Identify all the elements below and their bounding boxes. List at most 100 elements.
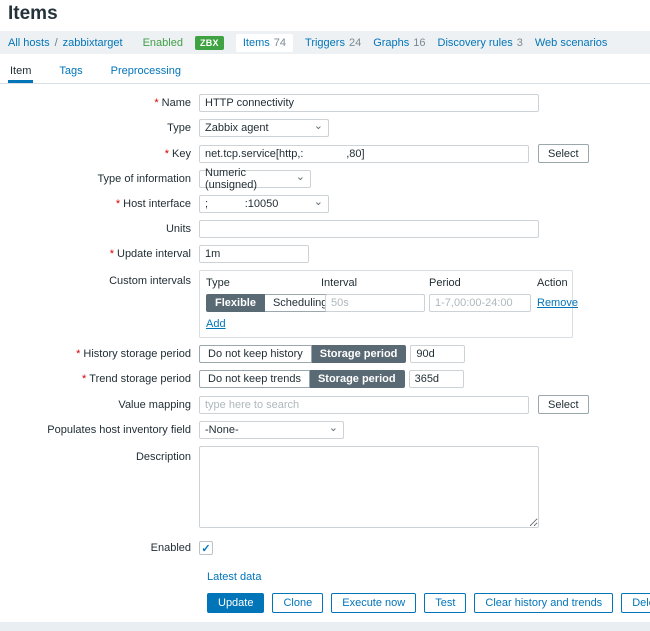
key-row: *Key Select [0,144,650,163]
name-label: *Name [0,94,199,112]
ci-remove-link[interactable]: Remove [537,297,578,309]
units-input[interactable] [199,220,539,238]
trend-storage-row: *Trend storage period Do not keep trends… [0,370,650,388]
type-of-information-value: Numeric (unsigned) [205,167,290,191]
breadcrumb-separator: / [55,37,58,49]
test-button[interactable]: Test [424,593,466,613]
type-select-value: Zabbix agent [205,122,269,134]
inventory-label: Populates host inventory field [0,421,199,439]
breadcrumb: All hosts / zabbixtarget [8,37,123,49]
update-interval-input[interactable] [199,245,309,263]
host-status-enabled: Enabled [143,37,183,49]
chevron-down-icon: ⌄ [314,197,323,207]
history-do-not-keep-option[interactable]: Do not keep history [199,345,312,363]
description-label: Description [0,446,199,466]
page-title: Items [0,0,650,31]
latest-data-row: Latest data [207,571,650,583]
enabled-row: Enabled ✓ [0,539,650,557]
required-asterisk: * [82,373,86,385]
host-breadcrumb-bar: All hosts / zabbixtarget Enabled ZBX Ite… [0,31,650,54]
enabled-checkbox[interactable]: ✓ [199,541,213,555]
history-period-input[interactable] [410,345,465,363]
zbx-agent-badge: ZBX [195,36,224,50]
nav-discovery-rules-label[interactable]: Discovery rules [438,37,513,49]
update-interval-row: *Update interval [0,245,650,263]
host-interface-select[interactable]: ; :10050 ⌄ [199,195,329,213]
trend-do-not-keep-option[interactable]: Do not keep trends [199,370,310,388]
custom-intervals-box: Type Interval Period Action Flexible Sch… [199,270,573,338]
type-of-information-label: Type of information [0,170,199,188]
ci-type-segmented: Flexible Scheduling [206,294,321,312]
nav-graphs-label[interactable]: Graphs [373,37,409,49]
required-asterisk: * [116,198,120,210]
latest-data-link[interactable]: Latest data [207,571,261,583]
ci-period-input[interactable] [429,294,531,312]
host-interface-value: ; :10050 [205,198,278,210]
nav-web-scenarios[interactable]: Web scenarios [535,37,608,49]
host-interface-label: *Host interface [0,195,199,213]
nav-items[interactable]: Items 74 [236,34,293,52]
inventory-select[interactable]: -None- ⌄ [199,421,344,439]
clear-history-button[interactable]: Clear history and trends [474,593,613,613]
key-select-button[interactable]: Select [538,144,589,163]
clone-button[interactable]: Clone [272,593,323,613]
value-mapping-label: Value mapping [0,396,199,414]
chevron-down-icon: ⌄ [329,423,338,433]
inventory-select-value: -None- [205,424,239,436]
units-label: Units [0,220,199,238]
enabled-label: Enabled [0,539,199,557]
ci-add-link[interactable]: Add [206,318,226,330]
value-mapping-select-button[interactable]: Select [538,395,589,414]
ci-header-interval: Interval [321,277,429,289]
name-input[interactable] [199,94,539,112]
tab-tags[interactable]: Tags [57,57,84,83]
chevron-down-icon: ⌄ [314,121,323,131]
nav-triggers[interactable]: Triggers 24 [305,37,361,49]
footer-strip [0,622,650,631]
nav-graphs-count: 16 [413,37,425,49]
type-select[interactable]: Zabbix agent ⌄ [199,119,329,137]
key-input[interactable] [199,145,529,163]
trend-period-input[interactable] [409,370,464,388]
history-storage-period-option[interactable]: Storage period [312,345,407,363]
item-form: *Name Type Zabbix agent ⌄ *Key Select Ty… [0,84,650,631]
nav-items-label[interactable]: Items [243,37,270,49]
form-footer-buttons: Update Clone Execute now Test Clear hist… [207,593,650,613]
nav-graphs[interactable]: Graphs 16 [373,37,425,49]
value-mapping-input[interactable] [199,396,529,414]
type-row: Type Zabbix agent ⌄ [0,119,650,137]
tab-item[interactable]: Item [8,57,33,83]
units-row: Units [0,220,650,238]
nav-triggers-label[interactable]: Triggers [305,37,345,49]
chevron-down-icon: ⌄ [296,172,305,182]
nav-discovery-rules[interactable]: Discovery rules 3 [438,37,523,49]
key-label: *Key [0,145,199,163]
history-segmented: Do not keep history Storage period [199,345,406,363]
trend-segmented: Do not keep trends Storage period [199,370,405,388]
update-button[interactable]: Update [207,593,264,613]
execute-now-button[interactable]: Execute now [331,593,416,613]
nav-web-scenarios-label[interactable]: Web scenarios [535,37,608,49]
trend-storage-label: *Trend storage period [0,370,199,388]
delete-button[interactable]: Delete [621,593,650,613]
required-asterisk: * [165,148,169,160]
description-textarea[interactable] [199,446,539,528]
check-icon: ✓ [201,542,210,555]
type-of-information-select[interactable]: Numeric (unsigned) ⌄ [199,170,311,188]
tab-preprocessing[interactable]: Preprocessing [109,57,183,83]
history-storage-row: *History storage period Do not keep hist… [0,345,650,363]
host-interface-row: *Host interface ; :10050 ⌄ [0,195,650,213]
breadcrumb-all-hosts[interactable]: All hosts [8,37,50,49]
ci-header-type: Type [206,277,321,289]
history-storage-label: *History storage period [0,345,199,363]
value-mapping-row: Value mapping Select [0,395,650,414]
type-label: Type [0,119,199,137]
breadcrumb-host[interactable]: zabbixtarget [63,37,123,49]
ci-interval-input[interactable] [325,294,425,312]
required-asterisk: * [76,348,80,360]
inventory-row: Populates host inventory field -None- ⌄ [0,421,650,439]
ci-flexible-option[interactable]: Flexible [206,294,265,312]
required-asterisk: * [154,97,158,109]
trend-storage-period-option[interactable]: Storage period [310,370,405,388]
description-row: Description [0,446,650,528]
